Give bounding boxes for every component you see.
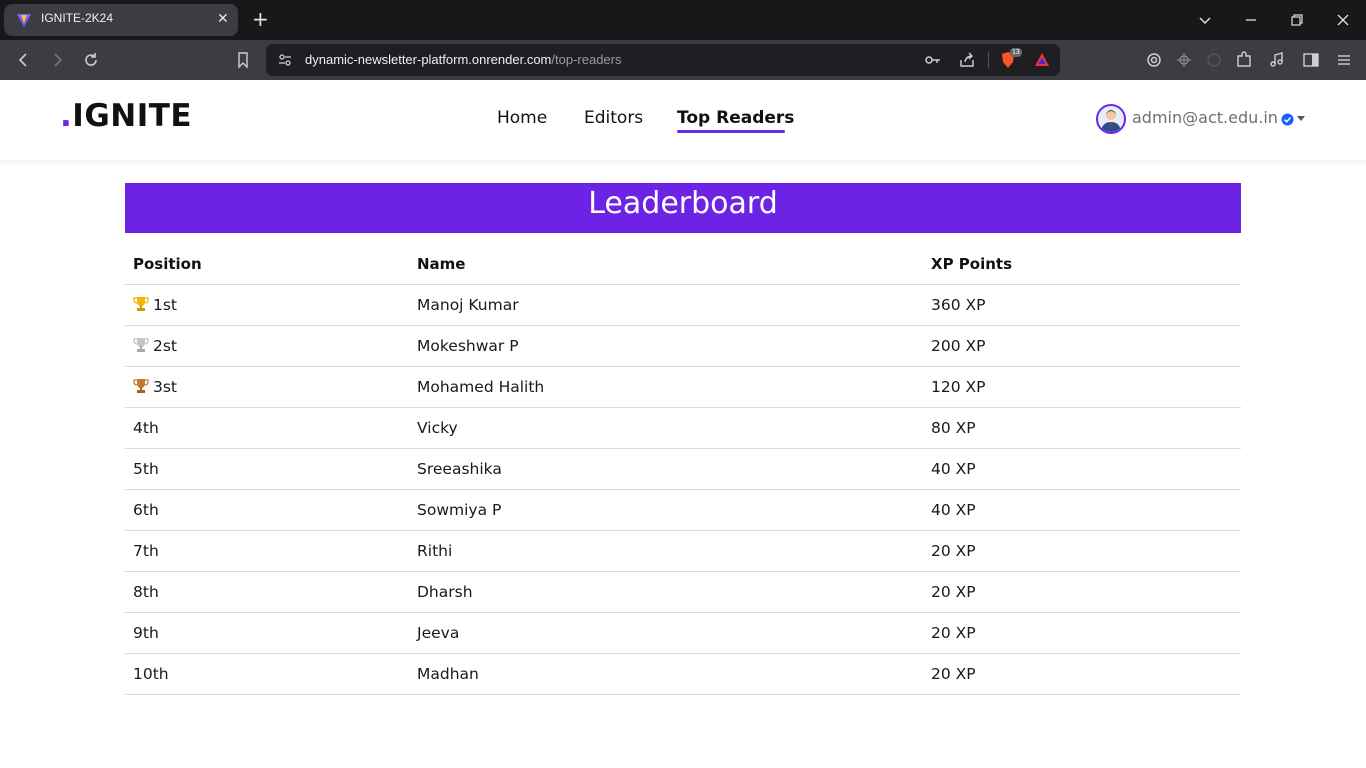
name-cell: Mokeshwar P [417, 337, 519, 355]
xp-cell: 360 XP [931, 296, 986, 314]
shields-count-badge: 13 [1010, 48, 1022, 57]
name-cell: Rithi [417, 542, 453, 560]
position-label: 3st [153, 378, 178, 396]
reload-icon[interactable] [81, 50, 101, 70]
minimize-icon[interactable] [1241, 10, 1261, 30]
position-label: 2st [153, 337, 178, 355]
extensions-puzzle-icon[interactable] [1234, 50, 1254, 70]
new-tab-icon[interactable]: + [252, 9, 269, 29]
position-label: 1st [153, 296, 178, 314]
logo-text: IGNITE [72, 98, 193, 134]
position-cell: 8th [133, 583, 159, 601]
tab-close-icon[interactable]: ✕ [217, 11, 229, 27]
share-icon[interactable] [958, 51, 976, 69]
table-row: 3st Mohamed Halith 120 XP [125, 367, 1241, 408]
leaderboard-banner: Leaderboard [125, 183, 1241, 233]
menu-hamburger-icon[interactable] [1334, 50, 1354, 70]
url-text[interactable]: dynamic-newsletter-platform.onrender.com… [305, 52, 621, 67]
name-cell: Sowmiya P [417, 501, 502, 519]
position-cell: 1st [133, 296, 177, 314]
table-header: Position Name XP Points [125, 245, 1241, 285]
url-host: dynamic-newsletter-platform.onrender.com [305, 52, 552, 67]
nav-editors[interactable]: Editors [584, 108, 643, 128]
restore-icon[interactable] [1287, 10, 1307, 30]
name-cell: Jeeva [417, 624, 460, 642]
table-row: 2st Mokeshwar P 200 XP [125, 326, 1241, 367]
gold-trophy-icon [133, 297, 149, 311]
position-cell: 2st [133, 337, 177, 355]
tab-search-chevron-icon[interactable] [1195, 10, 1215, 30]
browser-tab-bar: IGNITE-2K24 ✕ + [0, 0, 1366, 40]
brave-rewards-icon[interactable] [1033, 51, 1051, 69]
table-row: 10th Madhan 20 XP [125, 654, 1241, 695]
position-cell: 3st [133, 378, 177, 396]
logo-dot: . [60, 98, 73, 134]
name-cell: Sreeashika [417, 460, 502, 478]
column-header-name: Name [417, 255, 466, 273]
position-cell: 4th [133, 419, 159, 437]
leaderboard-title: Leaderboard [588, 186, 778, 221]
table-row: 5th Sreeashika 40 XP [125, 449, 1241, 490]
position-cell: 6th [133, 501, 159, 519]
leaderboard-table: Position Name XP Points 1st Manoj Kumar … [125, 245, 1241, 695]
address-bar[interactable]: dynamic-newsletter-platform.onrender.com… [266, 44, 1060, 76]
xp-cell: 20 XP [931, 542, 976, 560]
forward-icon[interactable] [47, 50, 67, 70]
active-nav-underline [677, 130, 785, 133]
site-settings-icon[interactable] [276, 51, 294, 69]
name-cell: Dharsh [417, 583, 473, 601]
browser-tab[interactable]: IGNITE-2K24 ✕ [4, 4, 238, 36]
table-row: 6th Sowmiya P 40 XP [125, 490, 1241, 531]
name-cell: Vicky [417, 419, 458, 437]
table-row: 1st Manoj Kumar 360 XP [125, 285, 1241, 326]
nav-home[interactable]: Home [497, 108, 547, 128]
xp-cell: 20 XP [931, 624, 976, 642]
column-header-position: Position [133, 255, 202, 273]
vite-favicon-icon [17, 14, 31, 27]
column-header-xp: XP Points [931, 255, 1012, 273]
user-avatar[interactable] [1096, 104, 1126, 134]
xp-cell: 80 XP [931, 419, 976, 437]
xp-cell: 200 XP [931, 337, 986, 355]
tab-title: IGNITE-2K24 [41, 11, 114, 25]
user-avatar-icon [1101, 110, 1121, 132]
extension-circle-icon[interactable] [1204, 50, 1224, 70]
bookmark-icon[interactable] [233, 50, 253, 70]
wallet-ring-icon[interactable] [1144, 50, 1164, 70]
verified-badge-icon [1281, 113, 1294, 126]
xp-cell: 20 XP [931, 583, 976, 601]
position-cell: 5th [133, 460, 159, 478]
nav-top-readers[interactable]: Top Readers [677, 108, 794, 128]
user-menu-caret-icon[interactable] [1297, 116, 1305, 121]
omnibox-divider [988, 52, 989, 68]
table-row: 8th Dharsh 20 XP [125, 572, 1241, 613]
position-cell: 9th [133, 624, 159, 642]
extension-bug-icon[interactable] [1174, 50, 1194, 70]
url-path: /top-readers [551, 52, 622, 67]
bronze-trophy-icon [133, 379, 149, 393]
site-header: .IGNITE Home Editors Top Readers admin@a… [0, 80, 1366, 160]
table-row: 4th Vicky 80 XP [125, 408, 1241, 449]
close-window-icon[interactable] [1333, 10, 1353, 30]
sidebar-toggle-icon[interactable] [1301, 50, 1321, 70]
name-cell: Manoj Kumar [417, 296, 519, 314]
back-icon[interactable] [14, 50, 34, 70]
browser-toolbar: dynamic-newsletter-platform.onrender.com… [0, 40, 1366, 80]
xp-cell: 40 XP [931, 501, 976, 519]
key-icon[interactable] [924, 51, 942, 69]
site-logo[interactable]: .IGNITE [60, 98, 192, 134]
xp-cell: 40 XP [931, 460, 976, 478]
user-email[interactable]: admin@act.edu.in [1132, 108, 1278, 127]
name-cell: Madhan [417, 665, 479, 683]
xp-cell: 20 XP [931, 665, 976, 683]
media-music-icon[interactable] [1267, 50, 1287, 70]
table-row: 9th Jeeva 20 XP [125, 613, 1241, 654]
position-cell: 10th [133, 665, 169, 683]
table-row: 7th Rithi 20 XP [125, 531, 1241, 572]
silver-trophy-icon [133, 338, 149, 352]
position-cell: 7th [133, 542, 159, 560]
name-cell: Mohamed Halith [417, 378, 545, 396]
xp-cell: 120 XP [931, 378, 986, 396]
